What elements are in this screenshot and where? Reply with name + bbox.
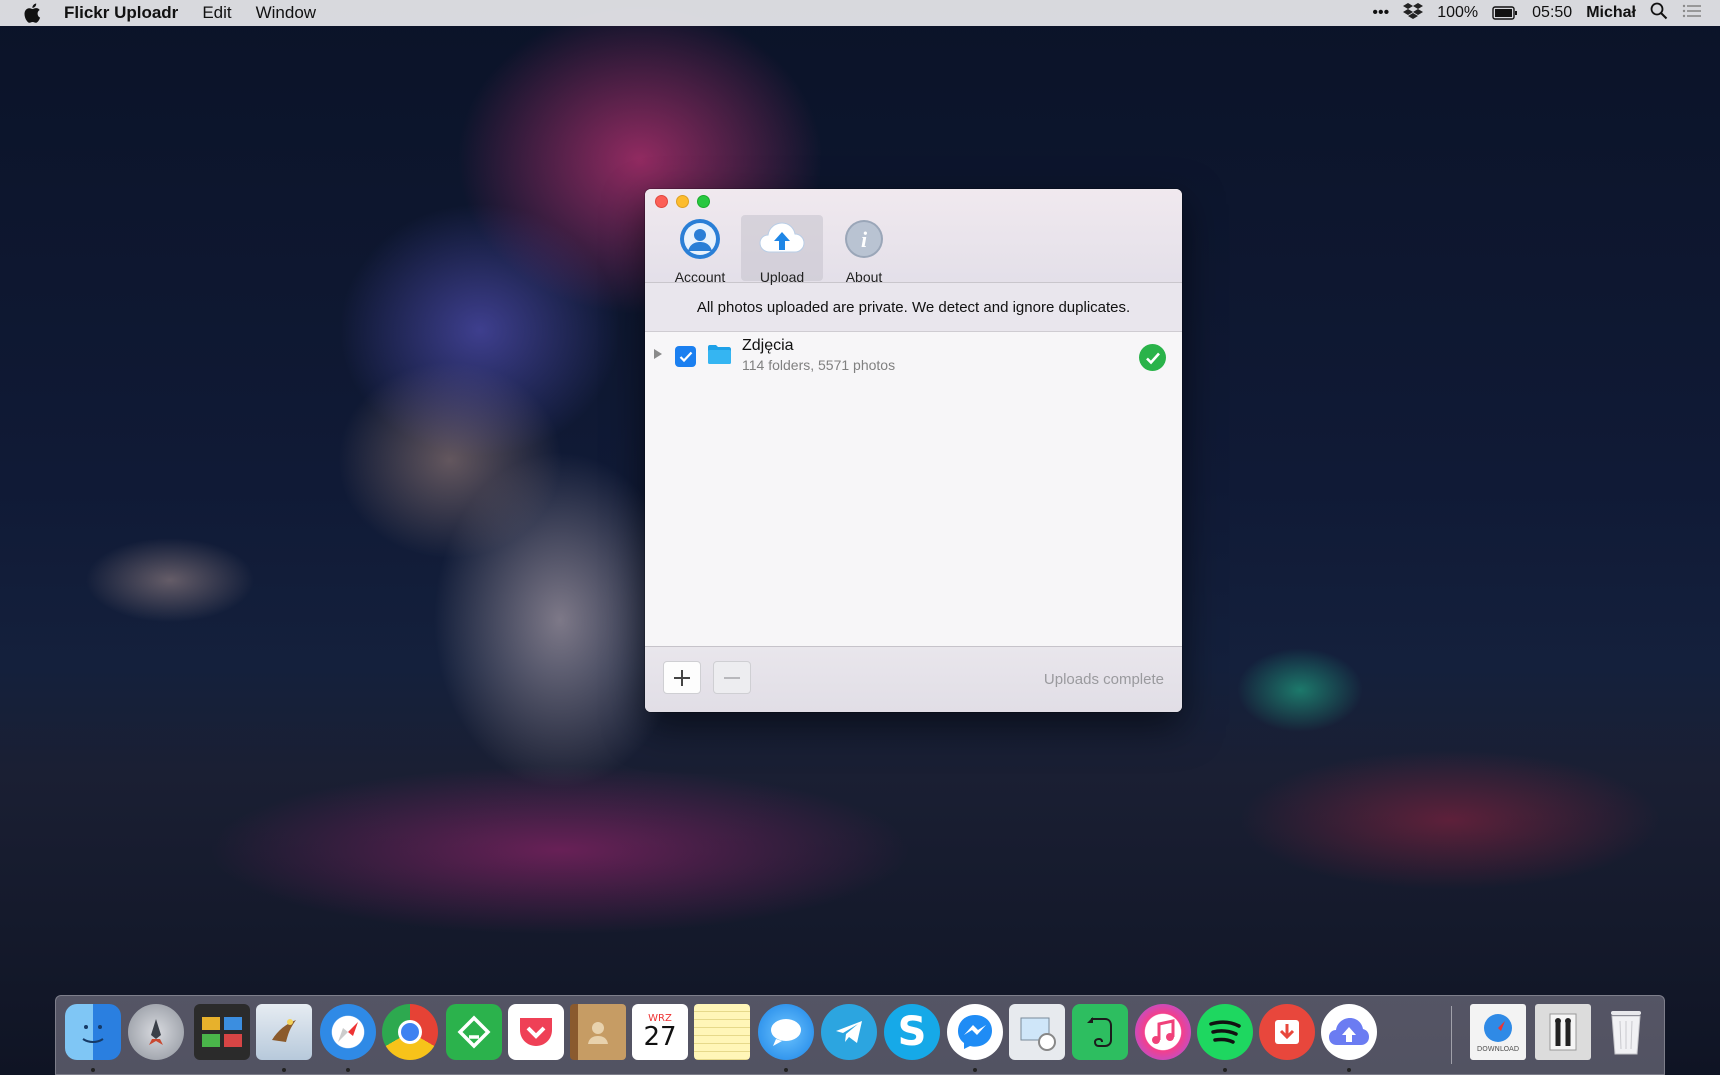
messenger-icon[interactable] [947, 1004, 1003, 1060]
app-menu[interactable]: Flickr Uploadr [64, 3, 178, 23]
calendar-day: 27 [643, 1021, 677, 1052]
finder-running-indicator [91, 1068, 95, 1072]
downloader-icon[interactable] [1259, 1004, 1315, 1060]
documents-folder-icon[interactable] [1535, 1004, 1591, 1060]
user-menu[interactable]: Michał [1586, 4, 1636, 22]
privacy-notice-text: All photos uploaded are private. We dete… [696, 298, 1131, 316]
info-icon: i [843, 218, 885, 265]
folder-list: Zdjęcia 114 folders, 5571 photos [645, 332, 1182, 646]
notification-center-icon[interactable] [1682, 3, 1702, 24]
skype-icon[interactable]: S [884, 1004, 940, 1060]
mail-icon[interactable] [256, 1004, 312, 1060]
battery-percent: 100% [1437, 4, 1479, 21]
tab-account-label: Account [674, 269, 726, 285]
window-toolbar: Account Upload i About [645, 189, 1182, 285]
dock-separator [1451, 1006, 1452, 1064]
tab-upload[interactable]: Upload [741, 215, 823, 285]
upload-complete-check-icon [1139, 344, 1166, 371]
pocket-icon[interactable] [508, 1004, 564, 1060]
minimize-window-button[interactable] [676, 195, 689, 208]
apple-menu-icon[interactable] [22, 2, 44, 24]
clock[interactable]: 05:50 [1532, 4, 1572, 22]
spotify-icon[interactable] [1197, 1004, 1253, 1060]
menu-window[interactable]: Window [256, 3, 316, 23]
upload-status-text: Uploads complete [1043, 671, 1164, 688]
menu-edit[interactable]: Edit [202, 3, 231, 23]
disclosure-triangle-icon[interactable] [654, 349, 662, 359]
zoom-window-button[interactable] [697, 195, 710, 208]
notes-icon[interactable] [694, 1004, 750, 1060]
dropbox-icon[interactable] [1403, 2, 1424, 25]
spotify-running-indicator [1223, 1068, 1227, 1072]
folder-summary: 114 folders, 5571 photos [742, 357, 896, 373]
evernote-icon[interactable] [1072, 1004, 1128, 1060]
chrome-icon[interactable] [382, 1004, 438, 1060]
contacts-icon[interactable] [570, 1004, 626, 1060]
telegram-icon[interactable] [821, 1004, 877, 1060]
trash-icon[interactable] [1598, 1004, 1654, 1060]
folder-row[interactable]: Zdjęcia 114 folders, 5571 photos [645, 332, 1182, 382]
privacy-notice: All photos uploaded are private. We dete… [645, 283, 1182, 332]
svg-text:i: i [861, 227, 868, 252]
messages-running-indicator [784, 1068, 788, 1072]
tab-about-label: About [845, 269, 883, 285]
calendar-icon[interactable]: WRZ 27 [632, 1004, 688, 1060]
cloud-uploader-icon[interactable] [1321, 1004, 1377, 1060]
messages-icon[interactable] [758, 1004, 814, 1060]
downloads-folder-icon[interactable]: DOWNLOAD [1470, 1004, 1526, 1060]
dock: WRZ 27 S DOWNLOAD [55, 995, 1665, 1075]
folder-checkbox[interactable] [675, 346, 696, 367]
tab-account[interactable]: Account [659, 215, 741, 285]
photo-theater-icon[interactable] [194, 1004, 250, 1060]
cloud-upload-icon [758, 218, 806, 265]
itunes-icon[interactable] [1135, 1004, 1191, 1060]
mail-running-indicator [282, 1068, 286, 1072]
downloads-label: DOWNLOAD [1476, 1045, 1520, 1053]
finder-icon[interactable] [65, 1004, 121, 1060]
safari-running-indicator [346, 1068, 350, 1072]
safari-icon[interactable] [320, 1004, 376, 1060]
account-icon [679, 218, 721, 265]
cloud-uploader-running-indicator [1347, 1068, 1351, 1072]
window-footer: Uploads complete [645, 646, 1182, 712]
remove-folder-button[interactable] [713, 661, 751, 694]
uploadr-window: Account Upload i About All photos upload… [645, 189, 1182, 712]
folder-icon [707, 344, 732, 370]
preview-icon[interactable] [1009, 1004, 1065, 1060]
launchpad-icon[interactable] [128, 1004, 184, 1060]
menu-bar: Flickr Uploadr Edit Window ••• 100% 05:5… [0, 0, 1720, 26]
folder-name: Zdjęcia [742, 337, 794, 354]
close-window-button[interactable] [655, 195, 668, 208]
add-folder-button[interactable] [663, 661, 701, 694]
window-controls [655, 195, 710, 208]
tab-upload-label: Upload [759, 269, 805, 285]
more-menu-extras-icon[interactable]: ••• [1372, 4, 1389, 22]
tab-about[interactable]: i About [823, 215, 905, 285]
spotlight-search-icon[interactable] [1650, 2, 1668, 25]
feedly-icon[interactable] [446, 1004, 502, 1060]
battery-icon[interactable] [1492, 6, 1518, 20]
messenger-running-indicator [973, 1068, 977, 1072]
